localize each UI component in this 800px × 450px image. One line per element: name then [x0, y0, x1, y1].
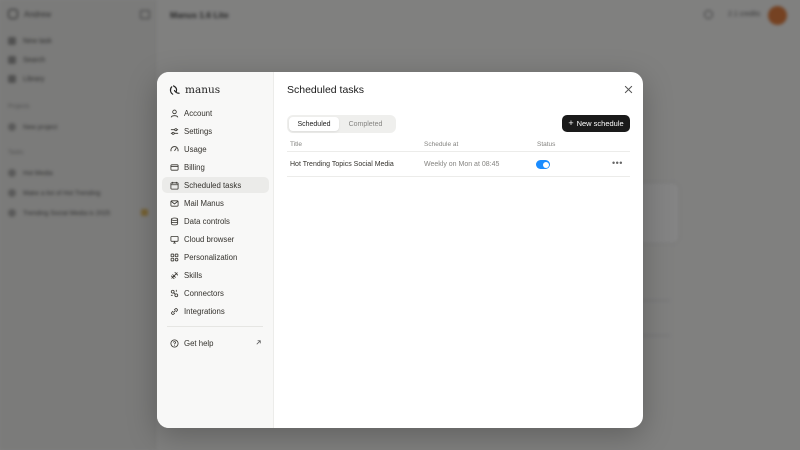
get-help-label: Get help	[184, 338, 214, 348]
nav-item-label: Skills	[184, 270, 203, 280]
table-row[interactable]: Hot Trending Topics Social Media Weekly …	[287, 153, 630, 177]
status-toggle[interactable]	[536, 160, 550, 169]
modal-sidebar: manus Account Settings Usage Billing Sch…	[157, 72, 274, 428]
plug-icon	[170, 289, 179, 297]
plus-icon: +	[568, 118, 574, 128]
monitor-icon	[170, 235, 179, 244]
card-icon	[170, 163, 179, 171]
task-title: Hot Trending Topics Social Media	[290, 161, 394, 168]
nav-item-scheduled-tasks[interactable]: Scheduled tasks	[162, 177, 269, 193]
nav-item-cloud-browser[interactable]: Cloud browser	[162, 231, 269, 247]
nav-item-connectors[interactable]: Connectors	[162, 285, 269, 301]
link-icon	[171, 307, 178, 315]
new-schedule-button[interactable]: + New schedule	[562, 115, 630, 132]
database-icon	[170, 217, 179, 225]
nav-item-mail-manus[interactable]: Mail Manus	[162, 195, 269, 211]
table-header: Title Schedule at Status	[287, 140, 630, 152]
nav-item-personalization[interactable]: Personalization	[162, 249, 269, 265]
external-link-icon	[256, 340, 261, 345]
nav-item-skills[interactable]: Skills	[162, 267, 269, 283]
help-icon	[170, 338, 179, 348]
gauge-icon	[170, 145, 179, 151]
task-schedule: Weekly on Mon at 08:45	[424, 161, 500, 168]
modal-nav: Account Settings Usage Billing Scheduled…	[162, 105, 269, 321]
tab-group: Scheduled Completed	[287, 115, 396, 133]
palette-icon	[170, 253, 179, 261]
nav-item-label: Account	[184, 108, 213, 118]
nav-item-label: Connectors	[184, 288, 224, 298]
nav-item-account[interactable]: Account	[162, 105, 269, 121]
tab-scheduled[interactable]: Scheduled	[289, 117, 339, 131]
more-options-icon[interactable]: •••	[612, 158, 623, 168]
column-header-title: Title	[290, 141, 303, 148]
calendar-icon	[170, 181, 179, 190]
user-icon	[170, 109, 179, 118]
nav-item-label: Settings	[184, 126, 213, 136]
new-schedule-label: New schedule	[576, 119, 624, 128]
nav-item-label: Billing	[184, 162, 205, 172]
nav-item-data-controls[interactable]: Data controls	[162, 213, 269, 229]
brand: manus	[169, 84, 220, 96]
nav-item-billing[interactable]: Billing	[162, 159, 269, 175]
nav-item-label: Personalization	[184, 252, 238, 262]
nav-item-usage[interactable]: Usage	[162, 141, 269, 157]
modal-content: Scheduled tasks Scheduled Completed + Ne…	[274, 72, 643, 428]
nav-item-label: Integrations	[184, 306, 225, 316]
mail-icon	[170, 199, 179, 207]
column-header-status: Status	[537, 141, 556, 148]
column-header-schedule: Schedule at	[424, 141, 459, 148]
nav-item-settings[interactable]: Settings	[162, 123, 269, 139]
brand-name: manus	[185, 84, 221, 96]
sliders-icon	[170, 127, 179, 135]
nav-item-label: Scheduled tasks	[184, 180, 242, 190]
nav-item-label: Mail Manus	[184, 198, 224, 208]
tab-completed[interactable]: Completed	[339, 117, 392, 131]
sidebar-divider	[167, 326, 263, 327]
puzzle-icon	[170, 271, 179, 279]
nav-item-label: Usage	[184, 144, 207, 154]
close-icon[interactable]	[624, 85, 633, 94]
page-title: Scheduled tasks	[287, 84, 365, 96]
get-help-link[interactable]: Get help	[162, 335, 269, 351]
nav-item-label: Data controls	[184, 216, 230, 226]
settings-modal: manus Account Settings Usage Billing Sch…	[157, 72, 643, 428]
nav-item-integrations[interactable]: Integrations	[162, 303, 269, 319]
nav-item-label: Cloud browser	[184, 234, 235, 244]
manus-logo-icon	[169, 84, 180, 95]
